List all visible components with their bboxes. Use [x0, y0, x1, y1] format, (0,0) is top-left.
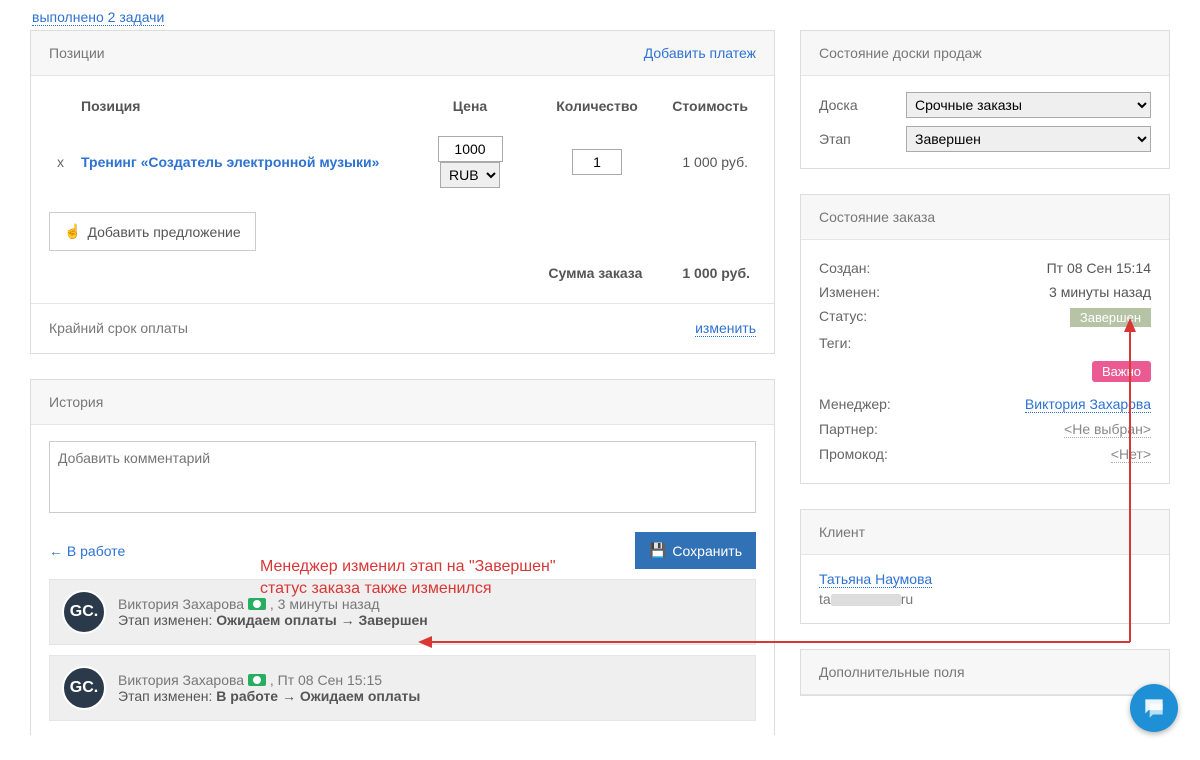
email-blurred	[831, 594, 901, 606]
price-input[interactable]	[438, 136, 503, 162]
entry-user: Виктория Захарова	[118, 596, 244, 612]
board-title: Состояние доски продаж	[819, 45, 982, 61]
positions-panel: Позиции Добавить платеж Позиция Цена Кол…	[30, 30, 775, 354]
status-badge: Завершен	[1070, 308, 1151, 327]
partner-value[interactable]: <Не выбран>	[1064, 421, 1151, 438]
currency-select[interactable]: RUB	[440, 162, 500, 188]
client-panel: Клиент Татьяна Наумова taru	[800, 509, 1170, 624]
sum-label: Сумма заказа	[548, 265, 642, 281]
chat-icon	[1141, 695, 1167, 721]
stage-select[interactable]: Завершен	[906, 126, 1151, 152]
qty-input[interactable]	[572, 149, 622, 175]
extra-title: Дополнительные поля	[819, 664, 965, 680]
promo-value[interactable]: <Нет>	[1111, 446, 1151, 463]
created-value: Пт 08 Сен 15:14	[1047, 260, 1151, 276]
col-cost: Стоимость	[654, 94, 754, 128]
col-position: Позиция	[75, 94, 398, 128]
save-button[interactable]: 💾 Сохранить	[635, 532, 756, 569]
col-qty: Количество	[542, 94, 652, 128]
item-cost: 1 000 руб.	[654, 130, 754, 194]
entry-time: 3 минуты назад	[278, 596, 380, 612]
avatar: GC.	[62, 666, 106, 710]
back-to-work-link[interactable]: ← В работе	[49, 543, 125, 559]
deadline-change-link[interactable]: изменить	[695, 320, 756, 337]
money-icon	[248, 674, 266, 686]
entry-user: Виктория Захарова	[118, 672, 244, 688]
sales-board-panel: Состояние доски продаж Доска Срочные зак…	[800, 30, 1170, 169]
add-payment-link[interactable]: Добавить платеж	[644, 45, 756, 61]
changed-value: 3 минуты назад	[1049, 284, 1151, 300]
chat-widget-button[interactable]	[1130, 684, 1178, 732]
avatar: GC.	[62, 590, 106, 634]
completed-tasks-link[interactable]: выполнено 2 задачи	[32, 9, 164, 26]
comment-input[interactable]	[49, 441, 756, 513]
col-price: Цена	[400, 94, 540, 128]
entry-time: Пт 08 Сен 15:15	[278, 672, 382, 688]
positions-title: Позиции	[49, 45, 105, 61]
remove-row-icon[interactable]: x	[57, 154, 64, 170]
order-title: Состояние заказа	[819, 209, 935, 225]
history-panel: История ← В работе 💾 Сохранить GC. Викто…	[30, 379, 775, 735]
history-entry: GC. Виктория Захарова , Пт 08 Сен 15:15 …	[49, 655, 756, 721]
sum-value: 1 000 руб.	[682, 265, 750, 281]
add-offer-button[interactable]: ☝ Добавить предложение	[49, 212, 256, 251]
hand-icon: ☝	[64, 223, 81, 240]
client-name-link[interactable]: Татьяна Наумова	[819, 571, 932, 588]
save-icon: 💾	[649, 542, 666, 559]
history-title: История	[49, 394, 103, 410]
tag-badge[interactable]: Важно	[1092, 361, 1151, 382]
client-title: Клиент	[819, 524, 865, 540]
manager-link[interactable]: Виктория Захарова	[1025, 396, 1151, 413]
stage-label: Этап	[819, 131, 851, 147]
order-state-panel: Состояние заказа Создан:Пт 08 Сен 15:14 …	[800, 194, 1170, 484]
extra-fields-panel: Дополнительные поля	[800, 649, 1170, 696]
board-select[interactable]: Срочные заказы	[906, 92, 1151, 118]
position-row: x Тренинг «Создатель электронной музыки»…	[51, 130, 754, 194]
history-entry: GC. Виктория Захарова , 3 минуты назад Э…	[49, 579, 756, 645]
money-icon	[248, 598, 266, 610]
item-link[interactable]: Тренинг «Создатель электронной музыки»	[81, 154, 379, 170]
deadline-label: Крайний срок оплаты	[49, 320, 188, 337]
board-label: Доска	[819, 97, 858, 113]
